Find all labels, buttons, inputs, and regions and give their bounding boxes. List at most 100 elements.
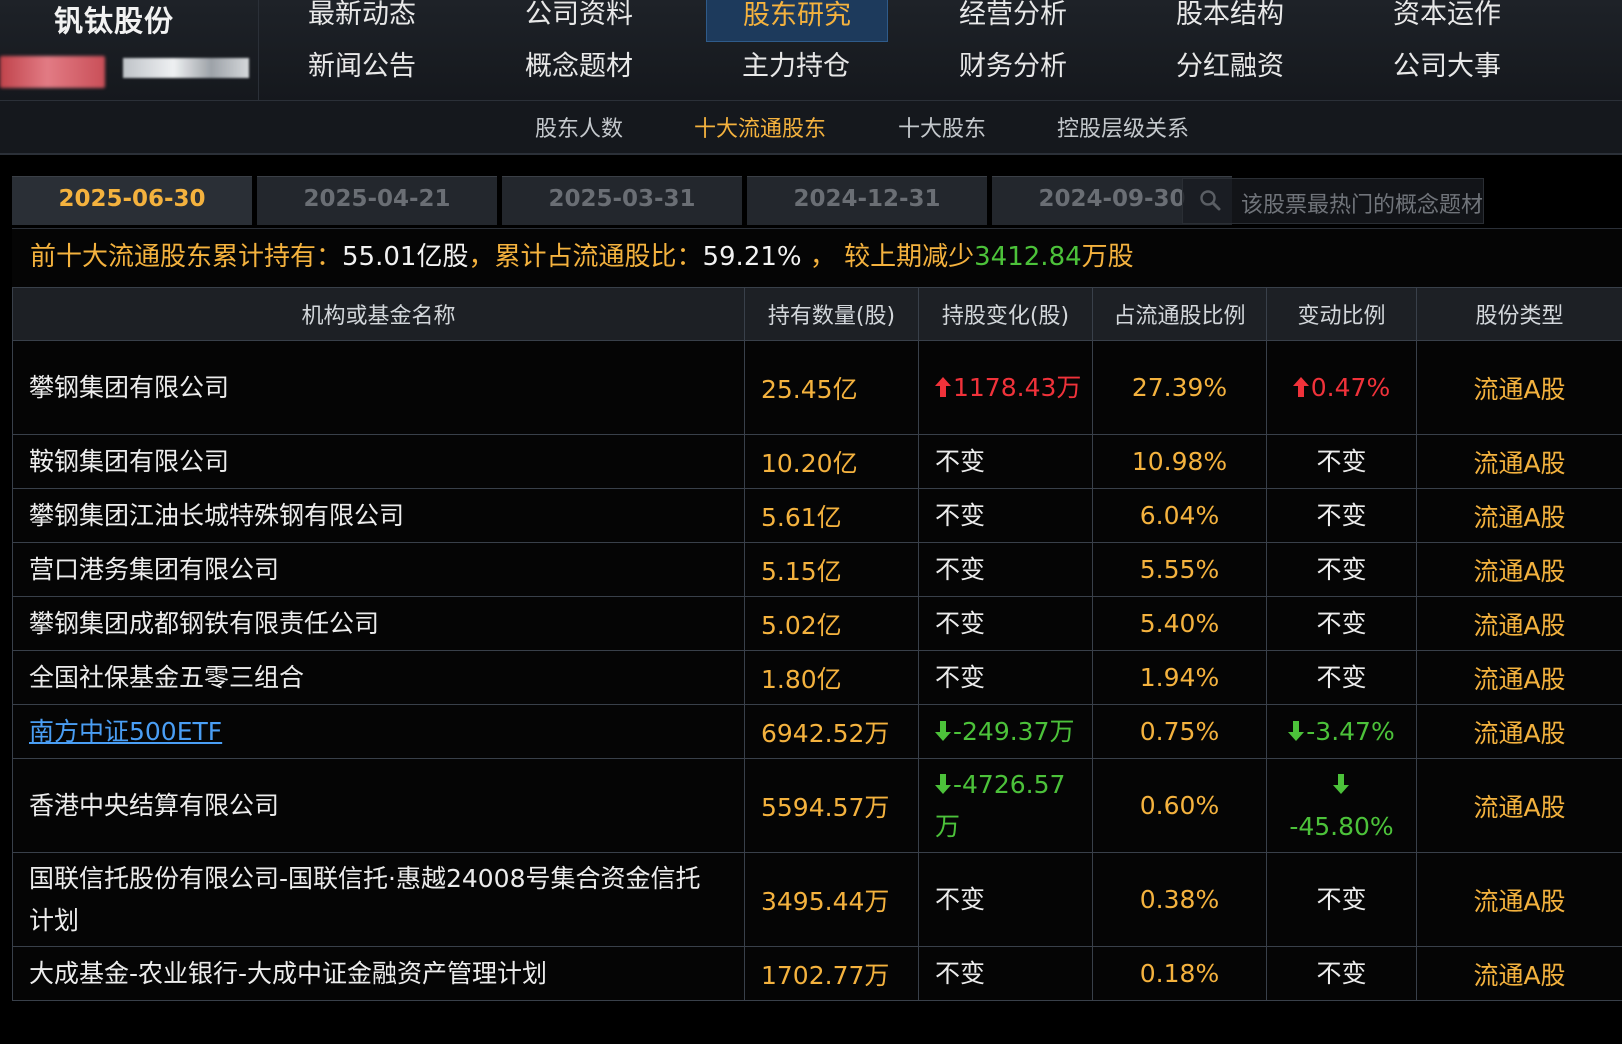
arrow-up-icon <box>1292 376 1309 397</box>
nav-item[interactable]: 最新动态 <box>272 0 452 40</box>
change-ratio-value: 不变 <box>1316 958 1367 988</box>
search-icon <box>1200 190 1221 211</box>
holder-name-cell: 大成基金-农业银行-大成中证金融资产管理计划 <box>12 946 745 1001</box>
date-tab[interactable]: 2024-12-31 <box>747 176 987 225</box>
date-tab[interactable]: 2025-04-21 <box>257 176 497 225</box>
table-row[interactable]: 营口港务集团有限公司 5.15亿 不变 5.55% 不变 流通A股 <box>12 542 1622 597</box>
shares-held: 1702.77万 <box>744 946 919 1001</box>
holder-name: 香港中央结算有限公司 <box>29 790 280 820</box>
holder-name-link[interactable]: 南方中证500ETF <box>29 717 222 746</box>
nav-item[interactable]: 股本结构 <box>1140 0 1320 40</box>
holder-name-cell: 鞍钢集团有限公司 <box>12 434 745 489</box>
shares-held: 5.61亿 <box>744 488 919 543</box>
shares-change: 不变 <box>918 488 1093 543</box>
shares-held: 25.45亿 <box>744 340 919 435</box>
share-type: 流通A股 <box>1416 758 1622 853</box>
shares-change: -249.37万 <box>918 704 1093 759</box>
change-ratio: 不变 <box>1266 852 1417 947</box>
column-header[interactable]: 股份类型 <box>1416 287 1622 341</box>
holder-name-cell: 攀钢集团江油长城特殊钢有限公司 <box>12 488 745 543</box>
nav-item[interactable]: 分红融资 <box>1140 48 1320 92</box>
nav-item[interactable]: 公司大事 <box>1357 48 1537 92</box>
nav-item[interactable]: 股东研究 <box>706 0 888 42</box>
nav-item[interactable]: 经营分析 <box>923 0 1103 40</box>
shares-change: 不变 <box>918 650 1093 705</box>
change-ratio: 不变 <box>1266 488 1417 543</box>
subnav-item[interactable]: 控股层级关系 <box>1057 111 1189 143</box>
sub-nav: 股东人数 十大流通股东 十大股东 控股层级关系 <box>0 101 1622 155</box>
table-row[interactable]: 攀钢集团江油长城特殊钢有限公司 5.61亿 不变 6.04% 不变 流通A股 <box>12 488 1622 543</box>
holder-name-cell: 全国社保基金五零三组合 <box>12 650 745 705</box>
nav-item[interactable]: 新闻公告 <box>272 48 452 92</box>
shares-held: 5594.57万 <box>744 758 919 853</box>
stock-name: 钒钛股份 <box>54 4 175 38</box>
main-nav: 最新动态 公司资料 股东研究 经营分析 股本结构 资本运作新闻公告 概念题材 主力持仓 财务分析… <box>264 0 1622 100</box>
change-ratio: 不变 <box>1266 542 1417 597</box>
holder-name-cell: 攀钢集团成都钢铁有限责任公司 <box>12 596 745 651</box>
subnav-item[interactable]: 股东人数 <box>535 111 623 143</box>
change-ratio: 不变 <box>1266 650 1417 705</box>
blurred-stock-price <box>123 58 249 78</box>
shares-change-value: 不变 <box>935 958 986 988</box>
holder-name: 攀钢集团有限公司 <box>29 372 230 402</box>
change-ratio: -3.47% <box>1266 704 1417 759</box>
change-ratio: -45.80% <box>1266 758 1417 853</box>
subnav-item[interactable]: 十大股东 <box>898 111 986 143</box>
change-ratio-value: -45.80% <box>1289 811 1394 841</box>
table-row[interactable]: 攀钢集团有限公司 25.45亿 1178.43万 27.39% 0.47% 流通A股 <box>12 340 1622 435</box>
arrow-down-icon <box>1288 720 1305 741</box>
float-share-ratio: 0.38% <box>1092 852 1267 947</box>
nav-item[interactable]: 财务分析 <box>923 48 1103 92</box>
shares-held: 1.80亿 <box>744 650 919 705</box>
top-header: 钒钛股份 最新动态 公司资料 股东研究 经营分析 股本结构 资本运作新闻公告 概念题材 主力持… <box>0 0 1622 101</box>
arrow-down-icon <box>935 773 951 794</box>
summary-total-value: 55.01亿股 <box>342 242 469 272</box>
shares-held: 5.15亿 <box>744 542 919 597</box>
column-header[interactable]: 机构或基金名称 <box>12 287 745 341</box>
nav-item[interactable]: 概念题材 <box>489 48 669 92</box>
share-type: 流通A股 <box>1416 434 1622 489</box>
change-ratio: 不变 <box>1266 596 1417 651</box>
column-header[interactable]: 持股变化(股) <box>918 287 1093 341</box>
shares-change: -4726.57万 <box>918 758 1093 853</box>
concept-search-box[interactable]: 该股票最热门的概念题材 <box>1182 178 1484 224</box>
shares-held: 3495.44万 <box>744 852 919 947</box>
nav-item[interactable]: 公司资料 <box>489 0 669 40</box>
table-row[interactable]: 南方中证500ETF 6942.52万 -249.37万 0.75% -3.47% 流通A… <box>12 704 1622 759</box>
summary-change-label: ， 较上期减少 <box>809 242 975 272</box>
top-ten-float-holders-table: 机构或基金名称 持有数量(股) 持股变化(股) 占流通股比例 变动比例 股份类型 攀钢集团… <box>12 287 1622 1001</box>
date-tab[interactable]: 2025-06-30 <box>12 176 252 225</box>
arrow-down-icon <box>1332 773 1349 794</box>
change-ratio-value: 不变 <box>1316 446 1367 476</box>
summary-change-value: 3412.84 <box>974 242 1082 272</box>
share-type: 流通A股 <box>1416 852 1622 947</box>
holder-name: 国联信托股份有限公司-国联信托·惠越24008号集合资金信托计划 <box>29 863 701 935</box>
nav-item[interactable]: 主力持仓 <box>706 48 886 92</box>
table-row[interactable]: 大成基金-农业银行-大成中证金融资产管理计划 1702.77万 不变 0.18% 不变流… <box>12 946 1622 1001</box>
date-tab[interactable]: 2025-03-31 <box>502 176 742 225</box>
change-ratio-value: 不变 <box>1316 662 1367 692</box>
table-row[interactable]: 鞍钢集团有限公司 10.20亿 不变 10.98% 不变 流通A股 <box>12 434 1622 489</box>
shares-change-value: 不变 <box>935 500 986 530</box>
summary-ratio-value: 59.21% <box>702 242 810 272</box>
table-row[interactable]: 香港中央结算有限公司 5594.57万 -4726.57万 0.60% -45.80% 流… <box>12 758 1622 853</box>
subnav-item[interactable]: 十大流通股东 <box>694 111 826 143</box>
column-header[interactable]: 占流通股比例 <box>1092 287 1267 341</box>
holdings-summary: 前十大流通股东累计持有：55.01亿股，累计占流通股比：59.21% ， 较上期… <box>12 228 1622 288</box>
arrow-up-icon <box>935 376 951 397</box>
change-ratio: 不变 <box>1266 434 1417 489</box>
table-row[interactable]: 攀钢集团成都钢铁有限责任公司 5.02亿 不变 5.40% 不变 流通A股 <box>12 596 1622 651</box>
nav-item[interactable]: 资本运作 <box>1357 0 1537 40</box>
table-row[interactable]: 全国社保基金五零三组合 1.80亿 不变 1.94% 不变 流通A股 <box>12 650 1622 705</box>
column-header[interactable]: 变动比例 <box>1266 287 1417 341</box>
column-header[interactable]: 持有数量(股) <box>744 287 919 341</box>
holder-name-cell[interactable]: 南方中证500ETF <box>12 704 745 759</box>
holder-name: 全国社保基金五零三组合 <box>29 662 305 692</box>
holder-name: 大成基金-农业银行-大成中证金融资产管理计划 <box>29 958 548 988</box>
change-ratio-value: 不变 <box>1316 554 1367 584</box>
table-row[interactable]: 国联信托股份有限公司-国联信托·惠越24008号集合资金信托计划 3495.44万… <box>12 852 1622 947</box>
holder-name-cell: 营口港务集团有限公司 <box>12 542 745 597</box>
change-ratio-value: -3.47% <box>1306 716 1395 746</box>
holder-name: 营口港务集团有限公司 <box>29 554 280 584</box>
holder-name-cell: 国联信托股份有限公司-国联信托·惠越24008号集合资金信托计划 <box>12 852 745 947</box>
